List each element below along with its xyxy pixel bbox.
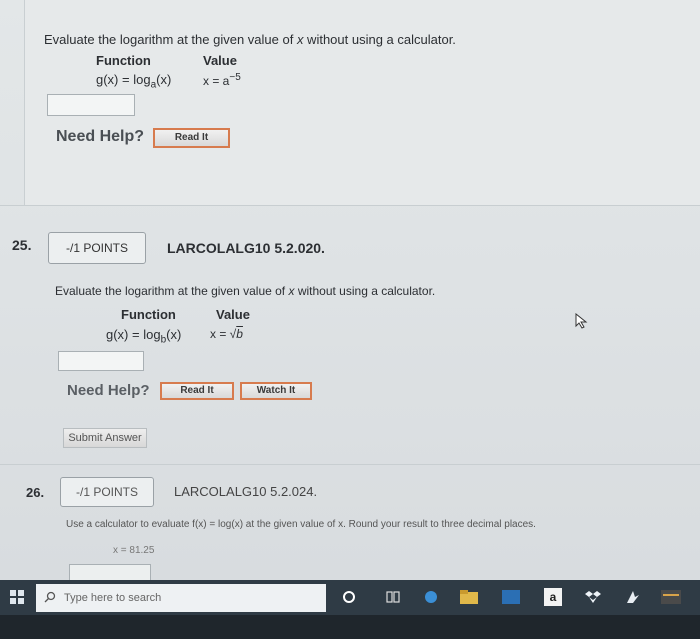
q25-function-expr: g(x) = logb(x) xyxy=(106,327,182,346)
q25-submit-answer-button[interactable]: Submit Answer xyxy=(63,428,147,448)
q25-need-help-label: Need Help? xyxy=(67,382,150,399)
windows-logo[interactable] xyxy=(4,584,30,610)
mouse-cursor-icon xyxy=(575,313,588,329)
store-icon[interactable] xyxy=(498,584,524,610)
q25-answer-input[interactable] xyxy=(58,351,144,371)
q24-read-it-button[interactable]: Read It xyxy=(153,128,230,148)
q26-prompt: Use a calculator to evaluate f(x) = log(… xyxy=(66,519,536,530)
monitor-bezel xyxy=(0,615,700,639)
q24-function-expr: g(x) = loga(x) xyxy=(96,72,172,91)
q25-value-header: Value xyxy=(216,307,250,322)
q25-function-header: Function xyxy=(121,307,176,322)
q24-function-header: Function xyxy=(96,53,151,68)
app-icon[interactable] xyxy=(620,584,646,610)
section-divider xyxy=(0,464,700,465)
q24-value-expr: x = a−5 xyxy=(203,72,241,88)
q26-problem-code: LARCOLALG10 5.2.024. xyxy=(174,484,318,499)
search-icon xyxy=(44,591,56,603)
q26-points-badge: -/1 POINTS xyxy=(60,477,154,507)
q26-value: x = 81.25 xyxy=(113,545,155,556)
q26-number: 26. xyxy=(26,485,45,500)
q24-prompt: Evaluate the logarithm at the given valu… xyxy=(44,32,456,47)
section-divider xyxy=(0,205,700,206)
q24-answer-input[interactable] xyxy=(47,94,135,116)
webassign-page: Evaluate the logarithm at the given valu… xyxy=(0,0,700,582)
q24-value-header: Value xyxy=(203,53,237,68)
dropbox-icon[interactable] xyxy=(580,584,606,610)
q25-value-expr: x = √b xyxy=(210,327,243,341)
q25-number: 25. xyxy=(12,237,32,253)
amazon-icon[interactable]: a xyxy=(540,584,566,610)
q24-need-help-label: Need Help? xyxy=(56,128,145,145)
edge-icon[interactable] xyxy=(418,584,444,610)
cortana-icon[interactable] xyxy=(336,584,362,610)
q25-read-it-button[interactable]: Read It xyxy=(160,382,234,400)
search-placeholder: Type here to search xyxy=(64,592,162,604)
taskbar-search-box[interactable]: Type here to search xyxy=(36,584,326,612)
q25-prompt: Evaluate the logarithm at the given valu… xyxy=(55,284,436,298)
q25-watch-it-button[interactable]: Watch It xyxy=(240,382,312,400)
file-explorer-icon[interactable] xyxy=(456,584,482,610)
task-view-icon[interactable] xyxy=(380,584,406,610)
q25-problem-code: LARCOLALG10 5.2.020. xyxy=(167,240,325,256)
q25-points-badge: -/1 POINTS xyxy=(48,232,146,264)
news-icon[interactable] xyxy=(658,584,684,610)
